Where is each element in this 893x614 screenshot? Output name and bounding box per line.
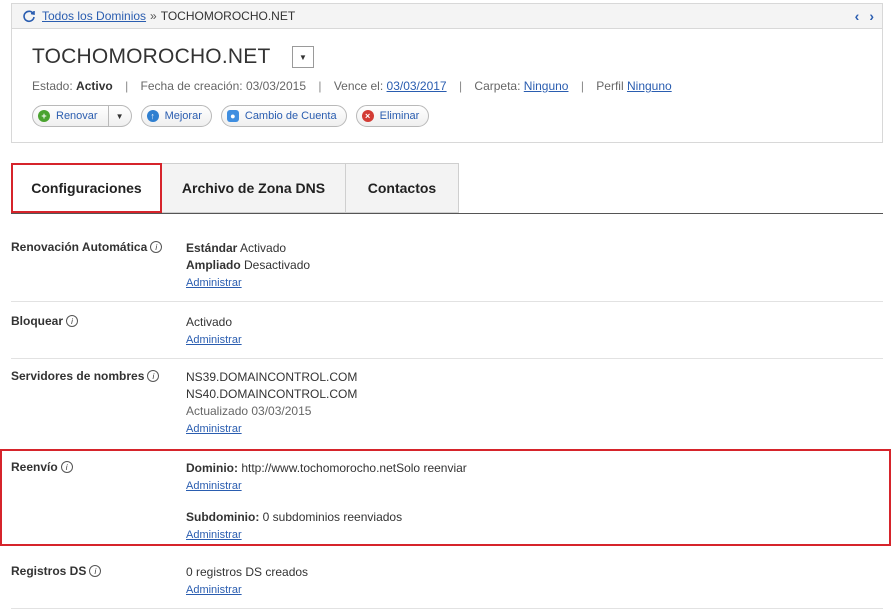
servidores-updated: Actualizado 03/03/2015: [186, 404, 312, 418]
setting-registros-ds: Registros DS i 0 registros DS creados Ad…: [11, 564, 883, 609]
administrar-link[interactable]: Administrar: [186, 582, 242, 599]
arrow-up-icon: ↑: [146, 110, 159, 122]
tab-underline: [11, 213, 883, 214]
administrar-link[interactable]: Administrar: [186, 527, 242, 544]
action-bar: + Renovar ▼ ↑ Mejorar ● Cambio de Cuenta…: [32, 105, 430, 127]
nameserver-2: NS40.DOMAINCONTROL.COM: [186, 387, 358, 401]
reenvio-value: Dominio: http://www.tochomorocho.netSolo…: [186, 460, 467, 544]
chevron-right-icon[interactable]: ›: [869, 8, 874, 24]
estandar-value: Activado: [240, 241, 287, 255]
estado-value: Activo: [76, 79, 113, 93]
tab-bar: Configuraciones Archivo de Zona DNS Cont…: [11, 163, 459, 213]
tab-contactos[interactable]: Contactos: [346, 163, 459, 213]
info-icon[interactable]: i: [60, 461, 73, 473]
info-icon[interactable]: i: [66, 315, 79, 327]
divider: |: [125, 79, 129, 93]
administrar-link[interactable]: Administrar: [186, 275, 242, 292]
bloquear-status: Activado: [186, 315, 233, 329]
cambio-cuenta-button[interactable]: ● Cambio de Cuenta: [220, 105, 347, 127]
renovar-label: Renovar: [56, 110, 98, 122]
renovacion-label: Renovación Automática: [11, 240, 148, 254]
breadcrumb-separator: »: [150, 9, 157, 23]
reenvio-label: Reenvío: [11, 460, 58, 474]
carpeta-label: Carpeta:: [474, 79, 521, 93]
breadcrumb-current: TOCHOMOROCHO.NET: [160, 9, 296, 23]
info-icon[interactable]: i: [89, 565, 102, 577]
subdominio-value: 0 subdominios reenviados: [262, 510, 403, 524]
setting-renovacion: Renovación Automática i Estándar Activad…: [11, 240, 883, 302]
all-domains-link[interactable]: Todos los Dominios: [42, 9, 146, 23]
bloquear-value: Activado Administrar: [186, 314, 242, 349]
dominio-label: Dominio:: [186, 461, 238, 475]
tab-archivo-zona-dns[interactable]: Archivo de Zona DNS: [162, 163, 346, 213]
breadcrumb: Todos los Dominios » TOCHOMOROCHO.NET ‹ …: [11, 3, 883, 29]
cambio-label: Cambio de Cuenta: [244, 110, 337, 122]
setting-label: Bloquear i: [11, 314, 79, 328]
nameserver-1: NS39.DOMAINCONTROL.COM: [186, 370, 358, 384]
servidores-value: NS39.DOMAINCONTROL.COM NS40.DOMAINCONTRO…: [186, 369, 357, 438]
refresh-icon[interactable]: [22, 9, 36, 23]
renovar-button[interactable]: + Renovar ▼: [32, 105, 132, 127]
renovar-dropdown-icon[interactable]: ▼: [107, 106, 131, 126]
setting-servidores: Servidores de nombres i NS39.DOMAINCONTR…: [11, 369, 883, 447]
renovacion-value: Estándar Activado Ampliado Desactivado A…: [186, 240, 310, 292]
vence-link[interactable]: 03/03/2017: [387, 79, 447, 93]
mejorar-label: Mejorar: [164, 110, 202, 122]
caret-down-icon: ▼: [299, 52, 307, 62]
divider: |: [580, 79, 584, 93]
tab-configuraciones[interactable]: Configuraciones: [11, 163, 162, 213]
setting-label: Renovación Automática i: [11, 240, 163, 254]
perfil-label: Perfil: [596, 79, 624, 93]
estandar-label: Estándar: [186, 241, 238, 255]
ampliado-value: Desactivado: [244, 258, 311, 272]
perfil-link[interactable]: Ninguno: [627, 79, 672, 93]
delete-icon: ×: [361, 110, 374, 122]
plus-circle-icon: +: [38, 110, 50, 122]
registros-ds-label: Registros DS: [11, 564, 87, 578]
setting-bloquear: Bloquear i Activado Administrar: [11, 314, 883, 359]
domain-dropdown-button[interactable]: ▼: [292, 46, 314, 68]
carpeta-link[interactable]: Ninguno: [524, 79, 569, 93]
subdominio-label: Subdominio:: [186, 510, 260, 524]
divider: |: [318, 79, 322, 93]
vence-label: Vence el:: [333, 79, 384, 93]
domain-title: TOCHOMOROCHO.NET: [32, 45, 271, 68]
domain-meta: Estado: Activo | Fecha de creación: 03/0…: [32, 79, 672, 93]
administrar-link[interactable]: Administrar: [186, 421, 242, 438]
registros-ds-value: 0 registros DS creados Administrar: [186, 564, 308, 599]
eliminar-label: Eliminar: [379, 110, 420, 122]
fecha-creacion: Fecha de creación: 03/03/2015: [140, 79, 306, 93]
registros-ds-count: 0 registros DS creados: [186, 565, 309, 579]
ampliado-label: Ampliado: [186, 258, 241, 272]
info-icon[interactable]: i: [150, 241, 163, 253]
administrar-link[interactable]: Administrar: [186, 478, 242, 495]
setting-label: Registros DS i: [11, 564, 102, 578]
mejorar-button[interactable]: ↑ Mejorar: [140, 105, 212, 127]
administrar-link[interactable]: Administrar: [186, 332, 242, 349]
setting-reenvio: Reenvío i Dominio: http://www.tochomoroc…: [11, 460, 883, 544]
domain-header: TOCHOMOROCHO.NET ▼ Estado: Activo | Fech…: [11, 28, 883, 143]
estado-label: Estado:: [32, 79, 73, 93]
user-icon: ●: [226, 110, 239, 122]
setting-label: Servidores de nombres i: [11, 369, 160, 383]
chevron-left-icon[interactable]: ‹: [855, 8, 860, 24]
divider: |: [458, 79, 463, 93]
setting-label: Reenvío i: [11, 460, 73, 474]
bloquear-label: Bloquear: [11, 314, 64, 328]
info-icon[interactable]: i: [147, 370, 160, 382]
eliminar-button[interactable]: × Eliminar: [355, 105, 430, 127]
dominio-value: http://www.tochomorocho.netSolo reenviar: [241, 461, 467, 475]
servidores-label: Servidores de nombres: [11, 369, 145, 383]
